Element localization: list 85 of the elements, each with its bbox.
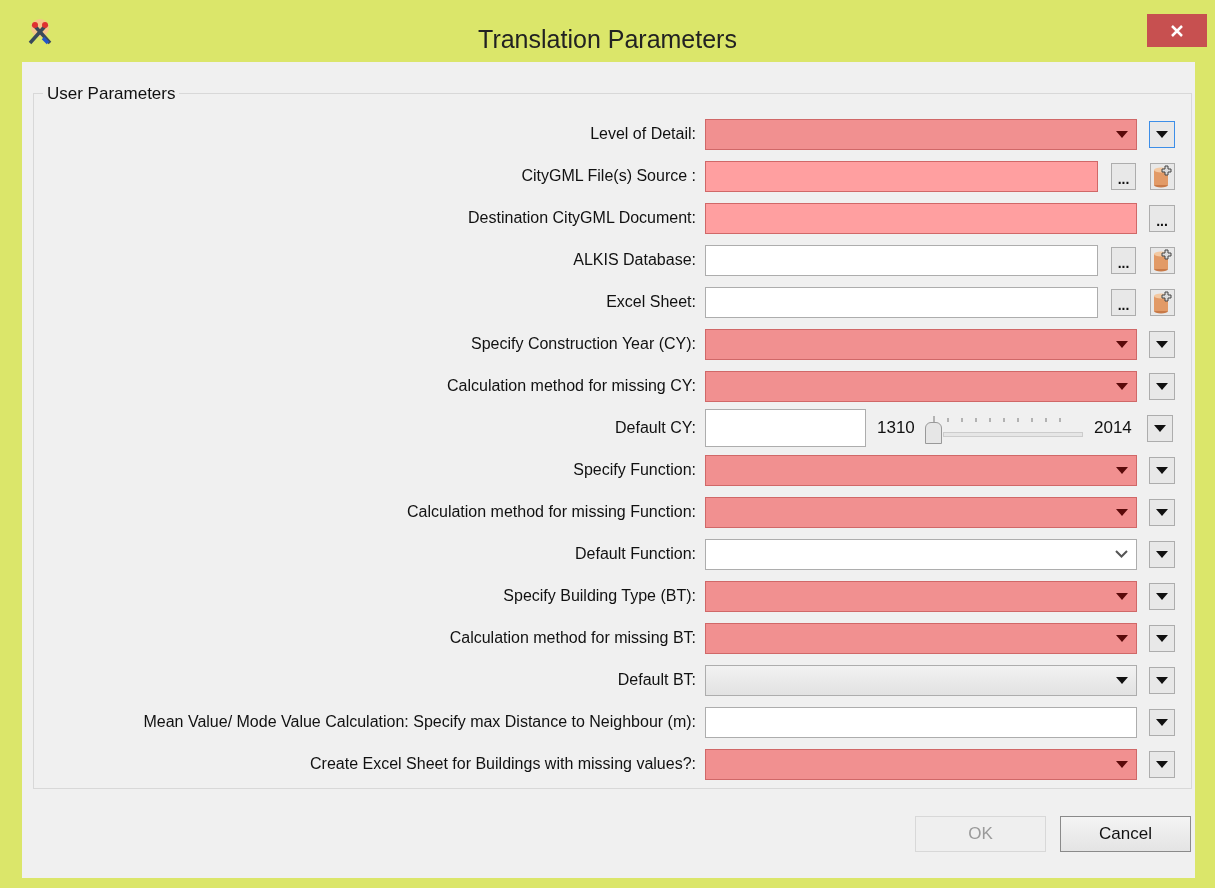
input-field[interactable]	[705, 409, 866, 447]
menu-button[interactable]	[1149, 330, 1175, 358]
caret-icon	[1156, 466, 1168, 474]
menu-button[interactable]	[1149, 540, 1175, 568]
caret-icon	[1116, 382, 1128, 390]
add-database-button[interactable]	[1150, 288, 1175, 316]
slider-track[interactable]	[925, 413, 1083, 443]
field-label: Create Excel Sheet for Buildings with missing values?:	[309, 754, 696, 774]
field-label: Excel Sheet:	[605, 292, 696, 312]
input-field[interactable]	[705, 244, 1098, 276]
browse-button[interactable]: ...	[1111, 246, 1136, 274]
chevron-down-icon	[1115, 550, 1128, 558]
slider-thumb[interactable]	[925, 422, 942, 444]
field-label: Calculation method for missing BT:	[448, 628, 696, 648]
caret-icon	[1116, 508, 1128, 516]
caret-icon	[1156, 130, 1168, 138]
caret-icon	[1156, 592, 1168, 600]
field-label: Level of Detail:	[589, 124, 696, 144]
caret-icon	[1156, 760, 1168, 768]
menu-button[interactable]	[1149, 750, 1175, 778]
caret-icon	[1116, 466, 1128, 474]
slider-min-label: 1310	[877, 417, 916, 440]
database-plus-icon	[1152, 248, 1173, 272]
caret-icon	[1154, 424, 1166, 432]
caret-icon	[1116, 130, 1128, 138]
browse-button[interactable]: ...	[1149, 204, 1175, 232]
caret-icon	[1116, 676, 1128, 684]
menu-button[interactable]	[1147, 414, 1173, 442]
field-label: Calculation method for missing Function:	[405, 502, 696, 522]
caret-icon	[1116, 634, 1128, 642]
dropdown[interactable]	[705, 328, 1137, 360]
menu-button[interactable]	[1149, 708, 1175, 736]
close-button[interactable]	[1147, 14, 1207, 47]
dropdown[interactable]	[705, 538, 1137, 570]
browse-button[interactable]: ...	[1111, 162, 1136, 190]
caret-icon	[1116, 592, 1128, 600]
field-label: Specify Building Type (BT):	[502, 586, 696, 606]
caret-icon	[1156, 718, 1168, 726]
dialog-button[interactable]: Cancel	[1060, 816, 1191, 852]
input-field[interactable]	[705, 160, 1098, 192]
dropdown[interactable]	[705, 118, 1137, 150]
menu-button[interactable]	[1149, 582, 1175, 610]
add-database-button[interactable]	[1150, 162, 1175, 190]
field-label: Specify Function:	[572, 460, 696, 480]
field-label: CityGML File(s) Source :	[520, 166, 696, 186]
caret-icon	[1156, 340, 1168, 348]
database-plus-icon	[1152, 290, 1173, 314]
field-label: Default Function:	[574, 544, 696, 564]
caret-icon	[1156, 382, 1168, 390]
field-label: Destination CityGML Document:	[467, 208, 696, 228]
caret-icon	[1156, 550, 1168, 558]
window-title: Translation Parameters	[478, 24, 737, 55]
menu-button[interactable]	[1149, 372, 1175, 400]
dropdown[interactable]	[705, 370, 1137, 402]
caret-icon	[1156, 676, 1168, 684]
dropdown[interactable]	[705, 496, 1137, 528]
browse-button[interactable]: ...	[1111, 288, 1136, 316]
caret-icon	[1156, 508, 1168, 516]
dropdown[interactable]	[705, 748, 1137, 780]
close-icon	[1170, 23, 1184, 38]
menu-button[interactable]	[1149, 120, 1175, 148]
input-field[interactable]	[705, 706, 1137, 738]
add-database-button[interactable]	[1150, 246, 1175, 274]
field-label: Specify Construction Year (CY):	[470, 334, 696, 354]
dropdown[interactable]	[705, 580, 1137, 612]
caret-icon	[1116, 340, 1128, 348]
caret-icon	[1116, 760, 1128, 768]
dropdown[interactable]	[705, 454, 1137, 486]
menu-button[interactable]	[1149, 498, 1175, 526]
field-label: Default CY:	[614, 418, 696, 438]
dropdown[interactable]	[705, 622, 1137, 654]
field-label: Default BT:	[616, 670, 696, 690]
field-label: ALKIS Database:	[572, 250, 696, 270]
input-field[interactable]	[705, 202, 1137, 234]
group-title: User Parameters	[46, 83, 177, 105]
field-label: Mean Value/ Mode Value Calculation: Specify max Distance to Neighbour (m):	[142, 712, 696, 732]
menu-button[interactable]	[1149, 456, 1175, 484]
menu-button[interactable]	[1149, 666, 1175, 694]
dropdown[interactable]	[705, 664, 1137, 696]
menu-button[interactable]	[1149, 624, 1175, 652]
database-plus-icon	[1152, 164, 1173, 188]
field-label: Calculation method for missing CY:	[446, 376, 696, 396]
caret-icon	[1156, 634, 1168, 642]
input-field[interactable]	[705, 286, 1098, 318]
slider-max-label: 2014	[1094, 417, 1133, 440]
